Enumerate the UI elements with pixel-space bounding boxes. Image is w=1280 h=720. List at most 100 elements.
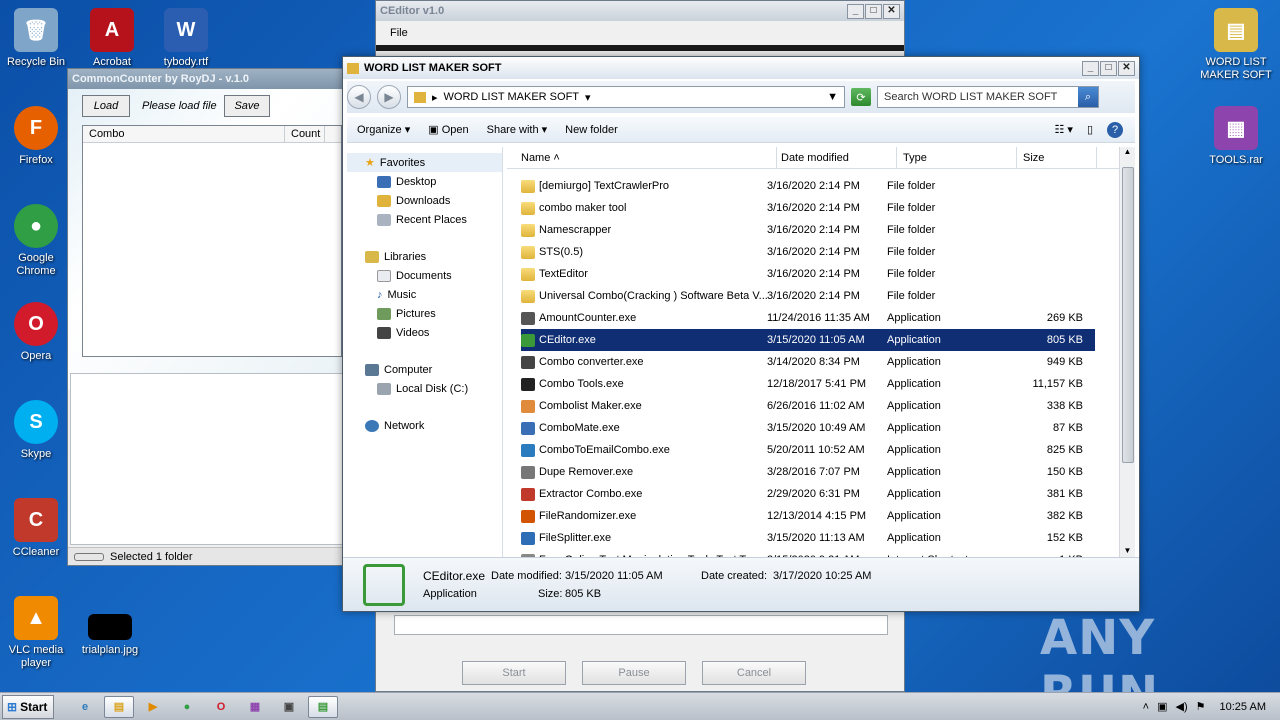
explorer-titlebar[interactable]: WORD LIST MAKER SOFT _ □ ✕ bbox=[343, 57, 1139, 79]
commoncounter-window[interactable]: CommonCounter by RoyDJ - v.1.0 Load Plea… bbox=[67, 68, 345, 566]
column-size[interactable]: Size bbox=[1017, 147, 1097, 168]
file-row[interactable]: AmountCounter.exe 11/24/2016 11:35 AM Appl… bbox=[521, 307, 1095, 329]
file-row[interactable]: CEditor.exe 3/15/2020 11:05 AM Application… bbox=[521, 329, 1095, 351]
close-button[interactable]: ✕ bbox=[1118, 60, 1135, 76]
explorer-window[interactable]: WORD LIST MAKER SOFT _ □ ✕ ◀ ▶ ▸ WORD LI… bbox=[342, 56, 1140, 612]
commoncounter-titlebar[interactable]: CommonCounter by RoyDJ - v.1.0 bbox=[68, 69, 344, 89]
maximize-button[interactable]: □ bbox=[865, 3, 882, 19]
address-box[interactable]: ▸ WORD LIST MAKER SOFT ▾ ▼ bbox=[407, 86, 845, 108]
file-row[interactable]: ComboToEmailCombo.exe 5/20/2011 10:52 AM A… bbox=[521, 439, 1095, 461]
scroll-up-arrow-icon[interactable]: ▲ bbox=[1120, 147, 1135, 156]
maximize-button[interactable]: □ bbox=[1100, 60, 1117, 76]
share-with-button[interactable]: Share with ▾ bbox=[487, 123, 548, 136]
action-center-flag-icon[interactable]: ⚑ bbox=[1196, 700, 1206, 713]
menu-file[interactable]: File bbox=[390, 27, 408, 39]
breadcrumb[interactable]: WORD LIST MAKER SOFT bbox=[444, 91, 579, 103]
column-combo[interactable]: Combo bbox=[83, 126, 285, 142]
nav-computer[interactable]: Computer bbox=[347, 360, 502, 379]
minimize-button[interactable]: _ bbox=[1082, 60, 1099, 76]
nav-network[interactable]: Network bbox=[347, 416, 502, 435]
file-row[interactable]: Free Online Text Manipulation Tools Text… bbox=[521, 549, 1095, 557]
file-row[interactable]: Combolist Maker.exe 6/26/2016 11:02 AM App… bbox=[521, 395, 1095, 417]
desktop-icon-recycle-bin[interactable]: 🗑 Recycle Bin bbox=[0, 8, 72, 69]
taskbar-ceditor-icon[interactable]: ▤ bbox=[308, 695, 338, 718]
desktop-icon-word-list-folder[interactable]: ▤ WORD LIST MAKER SOFT bbox=[1200, 8, 1272, 82]
nav-desktop[interactable]: Desktop bbox=[347, 172, 502, 191]
load-button[interactable]: Load bbox=[82, 95, 130, 117]
file-row[interactable]: Extractor Combo.exe 2/29/2020 6:31 PM Appl… bbox=[521, 483, 1095, 505]
ceditor-text-field[interactable] bbox=[394, 615, 888, 635]
minimize-button[interactable]: _ bbox=[847, 3, 864, 19]
desktop-icon-tools-rar[interactable]: ▦ TOOLS.rar bbox=[1200, 106, 1272, 167]
column-name[interactable]: Name ˄ bbox=[507, 147, 777, 168]
file-row[interactable]: STS(0.5) 3/16/2020 2:14 PM File folder bbox=[521, 241, 1095, 263]
start-button[interactable]: Start bbox=[462, 661, 566, 685]
file-row[interactable]: Namescrapper 3/16/2020 2:14 PM File folder bbox=[521, 219, 1095, 241]
taskbar-media-player-icon[interactable]: ▶ bbox=[138, 696, 168, 718]
taskbar-opera-icon[interactable]: O bbox=[206, 696, 236, 718]
refresh-button[interactable]: ⟳ bbox=[851, 88, 871, 106]
help-icon[interactable]: ? bbox=[1107, 121, 1123, 138]
new-folder-button[interactable]: New folder bbox=[565, 124, 618, 136]
file-row[interactable]: FileRandomizer.exe 12/13/2014 4:15 PM Appl… bbox=[521, 505, 1095, 527]
desktop-icon-acrobat[interactable]: A Acrobat bbox=[76, 8, 148, 69]
taskbar-chrome-icon[interactable]: ● bbox=[172, 696, 202, 718]
desktop-icon-ccleaner[interactable]: C CCleaner bbox=[0, 498, 72, 559]
nav-recent-places[interactable]: Recent Places bbox=[347, 210, 502, 229]
file-row[interactable]: Universal Combo(Cracking ) Software Beta… bbox=[521, 285, 1095, 307]
forward-button[interactable]: ▶ bbox=[377, 85, 401, 109]
breadcrumb-dropdown-icon[interactable]: ▾ bbox=[585, 91, 591, 104]
desktop-icon-tybody[interactable]: W tybody.rtf bbox=[150, 8, 222, 69]
ceditor-titlebar[interactable]: CEditor v1.0 _ □ ✕ bbox=[376, 1, 904, 21]
file-row[interactable]: Combo converter.exe 3/14/2020 8:34 PM Appl… bbox=[521, 351, 1095, 373]
address-history-dropdown-icon[interactable]: ▼ bbox=[827, 91, 838, 103]
file-row[interactable]: Combo Tools.exe 12/18/2017 5:41 PM Applica… bbox=[521, 373, 1095, 395]
desktop-icon-skype[interactable]: S Skype bbox=[0, 400, 72, 461]
cancel-button[interactable]: Cancel bbox=[702, 661, 806, 685]
save-button[interactable]: Save bbox=[224, 95, 270, 117]
file-row[interactable]: ComboMate.exe 3/15/2020 10:49 AM Applicati… bbox=[521, 417, 1095, 439]
nav-libraries[interactable]: Libraries bbox=[347, 247, 502, 266]
file-row[interactable]: [demiurgo] TextCrawlerPro 3/16/2020 2:14 … bbox=[521, 175, 1095, 197]
search-input[interactable]: Search WORD LIST MAKER SOFT ⌕ bbox=[877, 86, 1099, 108]
vertical-scrollbar[interactable]: ▲ ▼ bbox=[1119, 147, 1135, 557]
network-tray-icon[interactable]: ▣ bbox=[1157, 700, 1167, 713]
scroll-down-arrow-icon[interactable]: ▼ bbox=[1120, 546, 1135, 555]
taskbar-ie-icon[interactable]: e bbox=[70, 696, 100, 718]
nav-downloads[interactable]: Downloads bbox=[347, 191, 502, 210]
file-row[interactable]: FileSplitter.exe 3/15/2020 11:13 AM Applic… bbox=[521, 527, 1095, 549]
nav-music[interactable]: ♪ Music bbox=[347, 285, 502, 304]
nav-videos[interactable]: Videos bbox=[347, 323, 502, 342]
nav-local-disk[interactable]: Local Disk (C:) bbox=[347, 379, 502, 398]
pause-button[interactable]: Pause bbox=[582, 661, 686, 685]
breadcrumb-separator-icon[interactable]: ▸ bbox=[432, 91, 438, 104]
clock[interactable]: 10:25 AM bbox=[1220, 701, 1266, 713]
preview-pane-icon[interactable]: ▯ bbox=[1087, 123, 1093, 136]
show-hidden-icons-icon[interactable]: ˄ bbox=[1143, 701, 1149, 713]
desktop-icon-vlc[interactable]: ▲ VLC media player bbox=[0, 596, 72, 670]
desktop-icon-chrome[interactable]: ● Google Chrome bbox=[0, 204, 72, 278]
search-icon[interactable]: ⌕ bbox=[1078, 87, 1098, 107]
taskbar-explorer-icon[interactable]: ▤ bbox=[104, 695, 134, 718]
desktop-icon-firefox[interactable]: F Firefox bbox=[0, 106, 72, 167]
column-date-modified[interactable]: Date modified bbox=[777, 147, 897, 168]
file-row[interactable]: TextEditor 3/16/2020 2:14 PM File folder bbox=[521, 263, 1095, 285]
desktop-icon-opera[interactable]: O Opera bbox=[0, 302, 72, 363]
scrollbar-thumb[interactable] bbox=[1122, 167, 1134, 463]
nav-documents[interactable]: Documents bbox=[347, 266, 502, 285]
file-row[interactable]: Dupe Remover.exe 3/28/2016 7:07 PM Applica… bbox=[521, 461, 1095, 483]
volume-icon[interactable]: ◀) bbox=[1176, 700, 1188, 713]
nav-pictures[interactable]: Pictures bbox=[347, 304, 502, 323]
close-button[interactable]: ✕ bbox=[883, 3, 900, 19]
open-button[interactable]: ▣ Open bbox=[428, 123, 468, 136]
organize-button[interactable]: Organize ▾ bbox=[357, 123, 410, 136]
view-options-icon[interactable]: ☷ ▾ bbox=[1054, 123, 1072, 136]
taskbar-winrar-icon[interactable]: ▦ bbox=[240, 696, 270, 718]
nav-favorites[interactable]: ★ Favorites bbox=[347, 153, 502, 172]
file-list[interactable]: Name ˄ Date modified Type Size [demiurgo… bbox=[507, 147, 1135, 557]
desktop-icon-trialplan[interactable]: trialplan.jpg bbox=[74, 604, 146, 657]
taskbar-commoncounter-icon[interactable]: ▣ bbox=[274, 696, 304, 718]
column-count[interactable]: Count bbox=[285, 126, 325, 142]
combo-list[interactable]: Combo Count bbox=[82, 125, 342, 357]
file-row[interactable]: combo maker tool 3/16/2020 2:14 PM File fo… bbox=[521, 197, 1095, 219]
